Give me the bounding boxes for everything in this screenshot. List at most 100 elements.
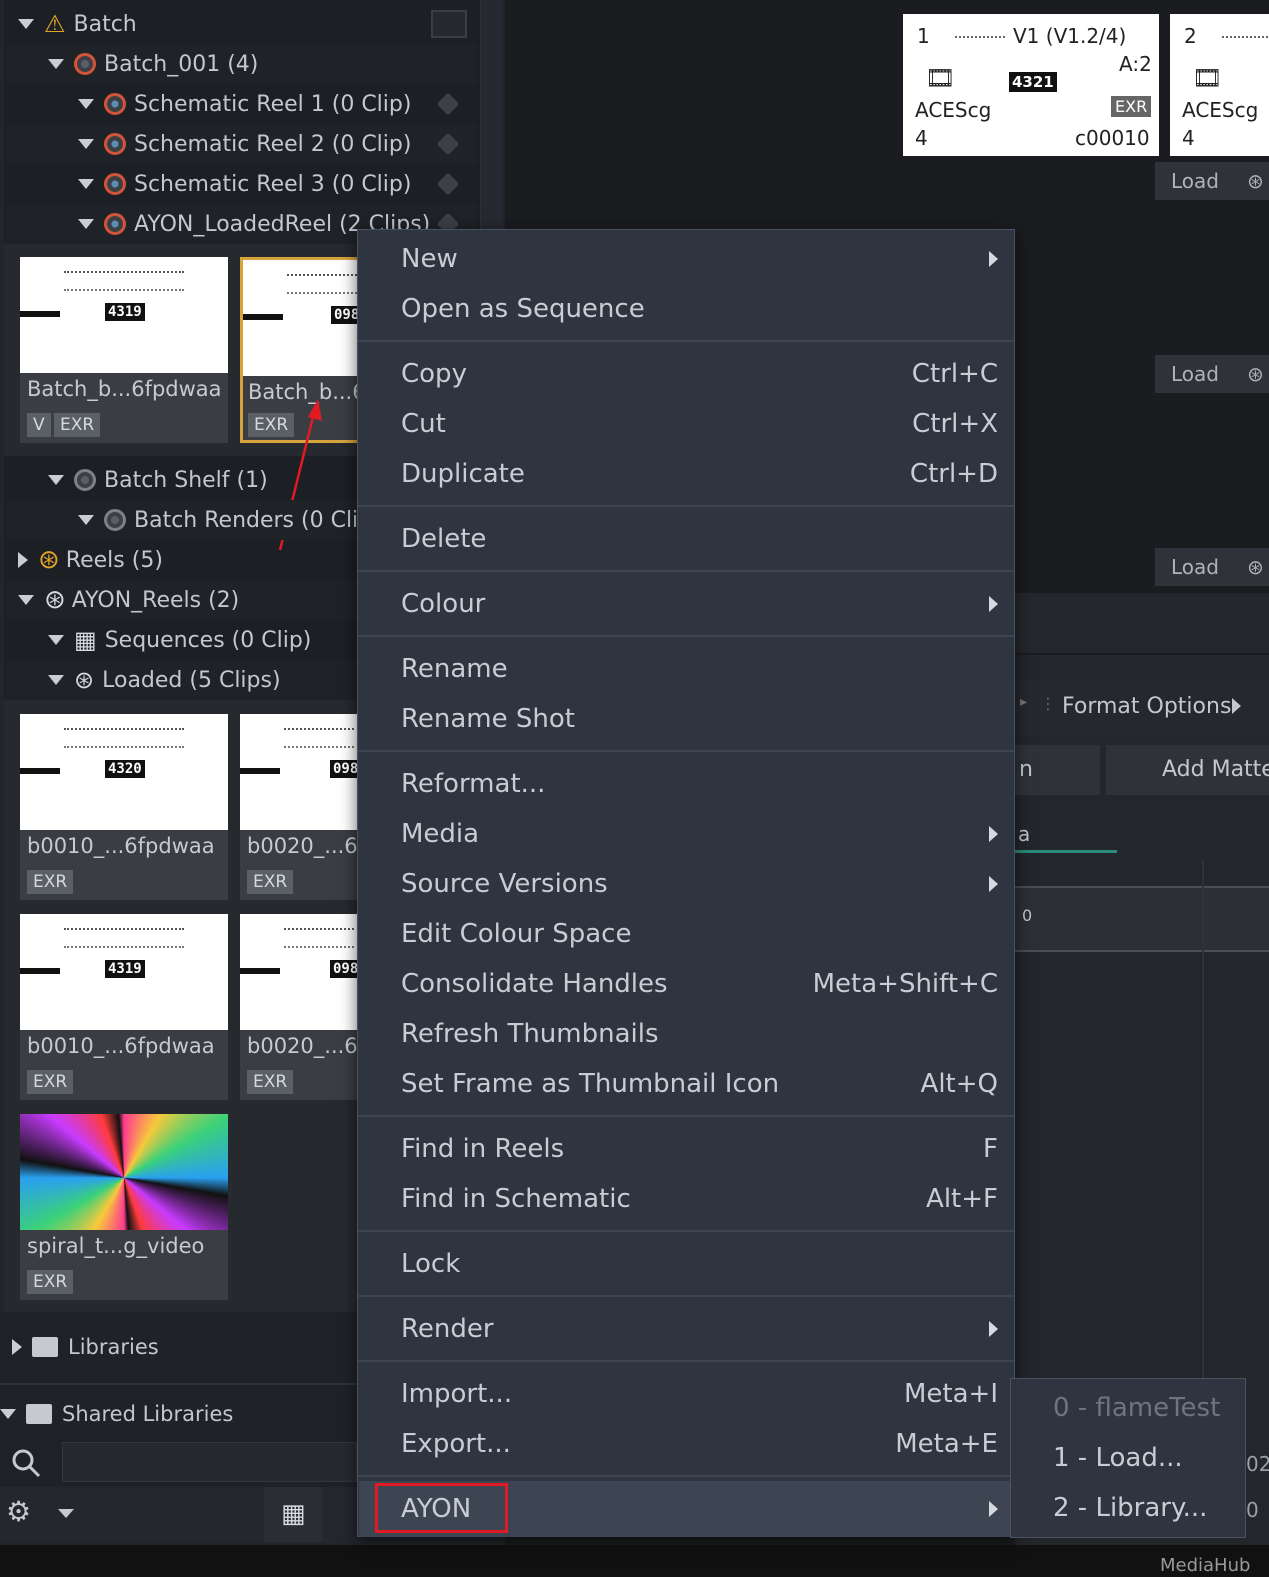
search-input[interactable] <box>62 1442 357 1482</box>
menu-label: Reformat... <box>401 769 546 799</box>
status-strip: MediaHub <box>0 1545 1269 1577</box>
grip-icon: ⋮ <box>1040 694 1056 713</box>
menu-item-duplicate[interactable]: Duplicate Ctrl+D <box>358 449 1014 499</box>
chevron-down-icon[interactable] <box>78 99 94 109</box>
timeline-track[interactable] <box>1015 886 1269 952</box>
reel-icon <box>104 133 126 155</box>
spiral-image <box>20 1114 228 1230</box>
tree-item-schematic-reel-3[interactable]: Schematic Reel 3 (0 Clip) <box>6 164 476 204</box>
chevron-down-icon[interactable] <box>18 19 34 29</box>
thumb-frame: 4320 <box>105 760 145 778</box>
menu-item-colour[interactable]: Colour <box>358 579 1014 629</box>
menu-item-cut[interactable]: Cut Ctrl+X <box>358 399 1014 449</box>
menu-separator <box>358 340 1014 342</box>
menu-item-delete[interactable]: Delete <box>358 514 1014 564</box>
chevron-down-icon[interactable] <box>0 1409 16 1419</box>
add-matte-button[interactable]: Add Matte <box>1106 745 1269 795</box>
chevron-down-icon[interactable] <box>18 595 34 605</box>
menu-item-refresh-thumbnails[interactable]: Refresh Thumbnails <box>358 1009 1014 1059</box>
grid-view-button[interactable]: ▦ <box>264 1487 322 1542</box>
menu-separator <box>358 1360 1014 1362</box>
chevron-down-icon[interactable] <box>58 1509 74 1518</box>
format-badge: EXR <box>27 870 74 894</box>
menu-item-media[interactable]: Media <box>358 809 1014 859</box>
tree-item-batch-001[interactable]: Batch_001 (4) <box>6 44 476 84</box>
thumb-lines <box>284 728 354 748</box>
clip-thumbnail[interactable]: 4320 b0010_...6fpdwaa EXR <box>20 714 228 900</box>
clip-image: 098 <box>243 260 363 376</box>
card-frame: 4321 <box>1009 72 1057 92</box>
menu-item-export[interactable]: Export... Meta+E <box>358 1419 1014 1469</box>
divider <box>0 1383 357 1385</box>
tree-item-libraries[interactable]: Libraries <box>6 1327 159 1367</box>
chevron-down-icon[interactable] <box>48 59 64 69</box>
menu-item-new[interactable]: New <box>358 234 1014 284</box>
menu-shortcut: Ctrl+X <box>912 409 998 439</box>
chevron-right-icon[interactable] <box>12 1339 22 1355</box>
menu-item-consolidate-handles[interactable]: Consolidate Handles Meta+Shift+C <box>358 959 1014 1009</box>
chevron-right-icon[interactable] <box>18 552 28 568</box>
chevron-down-icon[interactable] <box>78 139 94 149</box>
tree-label: Batch <box>73 11 137 37</box>
menu-item-render[interactable]: Render <box>358 1304 1014 1354</box>
chevron-down-icon[interactable] <box>48 675 64 685</box>
menu-item-find-in-schematic[interactable]: Find in Schematic Alt+F <box>358 1174 1014 1224</box>
card-code: c00010 <box>1075 126 1150 150</box>
reel-icon <box>104 93 126 115</box>
menu-label: Source Versions <box>401 869 608 899</box>
menu-item-source-versions[interactable]: Source Versions <box>358 859 1014 909</box>
chevron-down-icon[interactable] <box>48 635 64 645</box>
tree-item-shared-libraries[interactable]: Shared Libraries <box>0 1394 233 1434</box>
chevron-down-icon[interactable] <box>78 219 94 229</box>
menu-item-set-frame-as-thumbnail[interactable]: Set Frame as Thumbnail Icon Alt+Q <box>358 1059 1014 1109</box>
tree-item-schematic-reel-2[interactable]: Schematic Reel 2 (0 Clip) <box>6 124 476 164</box>
reel-icon: ⊛ <box>1247 362 1264 386</box>
menu-item-reformat[interactable]: Reformat... <box>358 759 1014 809</box>
clip-thumbnail[interactable]: spiral_t...g_video EXR <box>20 1114 228 1300</box>
gear-icon[interactable]: ⚙ <box>6 1495 31 1528</box>
clip-thumbnail[interactable]: 4319 Batch_b...6fpdwaa V EXR <box>20 257 228 443</box>
reel-icon <box>104 173 126 195</box>
pin-icon[interactable] <box>436 92 460 116</box>
menu-shortcut: Meta+I <box>903 1379 998 1409</box>
menu-separator <box>358 505 1014 507</box>
tree-item-schematic-reel-1[interactable]: Schematic Reel 1 (0 Clip) <box>6 84 476 124</box>
format-options-tab[interactable]: Format Options <box>1062 694 1231 719</box>
tree-item-batch[interactable]: ⚠ Batch <box>6 4 476 44</box>
menu-item-edit-colour-space[interactable]: Edit Colour Space <box>358 909 1014 959</box>
partial-button[interactable]: n <box>1015 745 1100 795</box>
load-button-2[interactable]: Load ⊛ <box>1155 355 1269 393</box>
load-label: Load <box>1171 362 1219 386</box>
menu-item-rename[interactable]: Rename <box>358 644 1014 694</box>
pin-icon[interactable] <box>436 132 460 156</box>
menu-item-rename-shot[interactable]: Rename Shot <box>358 694 1014 744</box>
submenu-label: 2 - Library... <box>1053 1493 1208 1523</box>
thumb-bar <box>243 314 283 320</box>
menu-item-copy[interactable]: Copy Ctrl+C <box>358 349 1014 399</box>
menu-item-import[interactable]: Import... Meta+I <box>358 1369 1014 1419</box>
menu-label: Rename Shot <box>401 704 575 734</box>
pin-icon[interactable] <box>436 172 460 196</box>
batch-toggle[interactable] <box>431 10 467 38</box>
film-icon: 🎞 <box>925 64 956 92</box>
clip-card-1[interactable]: 1 V1 (V1.2/4) 🎞 A:2 4321 EXR ACEScg 4 c0… <box>903 14 1159 156</box>
chevron-down-icon[interactable] <box>78 515 94 525</box>
search-icon[interactable] <box>10 1447 42 1479</box>
clip-card-2[interactable]: 2 🎞 ACEScg 4 <box>1170 14 1269 156</box>
clip-name: b0010_...6fpdwaa <box>27 1034 215 1058</box>
search-bar <box>0 1437 357 1487</box>
menu-item-lock[interactable]: Lock <box>358 1239 1014 1289</box>
clip-thumbnail[interactable]: 098 b0020_...6f EXR <box>240 914 365 1100</box>
clip-thumbnail[interactable]: 4319 b0010_...6fpdwaa EXR <box>20 914 228 1100</box>
chevron-down-icon[interactable] <box>78 179 94 189</box>
clip-thumbnail[interactable]: 098 b0020_...6f EXR <box>240 714 365 900</box>
menu-item-find-in-reels[interactable]: Find in Reels F <box>358 1124 1014 1174</box>
chevron-down-icon[interactable] <box>48 475 64 485</box>
load-button-1[interactable]: Load ⊛ <box>1155 162 1269 200</box>
menu-label: Delete <box>401 524 487 554</box>
submenu-item-load[interactable]: 1 - Load... <box>1011 1433 1245 1483</box>
submenu-item-library[interactable]: 2 - Library... <box>1011 1483 1245 1533</box>
load-button-3[interactable]: Load ⊛ <box>1155 548 1269 586</box>
menu-item-open-as-sequence[interactable]: Open as Sequence <box>358 284 1014 334</box>
mediahub-tab[interactable]: MediaHub <box>1160 1555 1250 1576</box>
